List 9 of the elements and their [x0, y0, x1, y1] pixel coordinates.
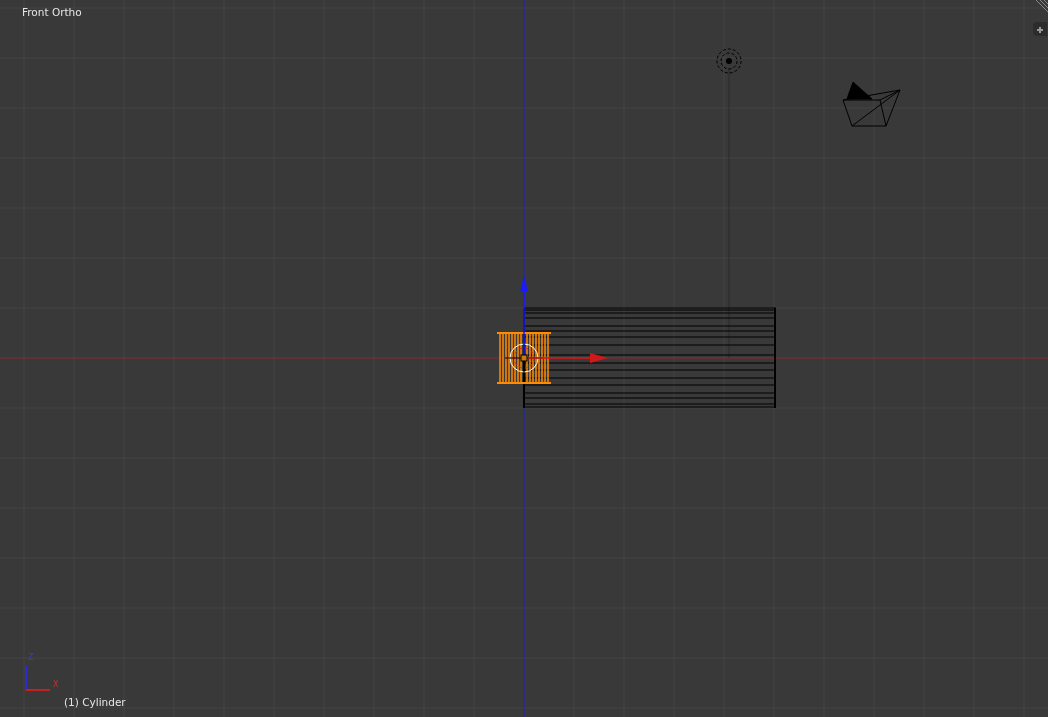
axis-label: Z: [28, 653, 34, 662]
corner-grip-icon[interactable]: [1034, 0, 1048, 14]
axis-gizmo-icon: [25, 665, 51, 692]
view-label: Front Ortho: [22, 6, 82, 18]
axis-label: X: [53, 680, 59, 689]
object-label: (1) Cylinder: [64, 696, 126, 708]
properties-toggle-button[interactable]: [1033, 22, 1047, 36]
origin-icon: [520, 354, 528, 362]
z-arrow-icon: [520, 275, 528, 357]
